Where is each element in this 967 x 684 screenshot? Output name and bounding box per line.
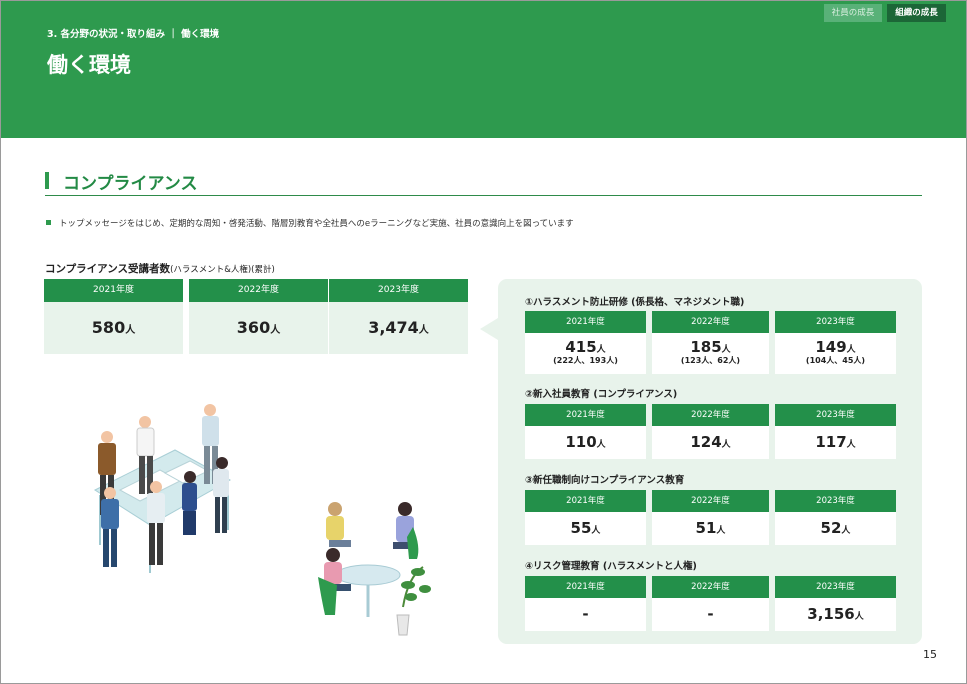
group4-year-header: 2021年度	[525, 576, 646, 598]
team-meeting-illustration	[93, 404, 232, 573]
group2-value-cell: 110人	[525, 426, 646, 459]
group2-value-cell: 117人	[775, 426, 896, 459]
group4-year-header: 2023年度	[775, 576, 896, 598]
page-number: 15	[923, 648, 937, 661]
summary-cell-2023: 2023年度 3,474人	[329, 279, 468, 354]
section-accent-bar	[45, 172, 49, 189]
group1-value-cell: 149人 (104人、45人)	[775, 333, 896, 374]
summary-cell-2021: 2021年度 580人	[44, 279, 183, 354]
group3-value-cell: 55人	[525, 512, 646, 545]
group3-year-header: 2021年度	[525, 490, 646, 512]
group-title-new-manager: ③新任職制向けコンプライアンス教育	[525, 475, 685, 486]
year-value: 3,474人	[329, 302, 468, 354]
summary-title-sub: (ハラスメント&人権)(累計)	[170, 265, 275, 275]
year-value: 360人	[189, 302, 328, 354]
group4-value-cell: 3,156人	[775, 598, 896, 631]
summary-title-main: コンプライアンス受講者数	[45, 263, 171, 275]
group-title-harassment: ①ハラスメント防止研修 (係長格、マネジメント職)	[525, 297, 745, 308]
breadcrumb: 3. 各分野の状況・取り組み ｜ 働く環境	[47, 29, 220, 40]
group2-year-header: 2022年度	[652, 404, 769, 426]
section-bullet: トップメッセージをはじめ、定期的な周知・啓発活動、階層別教育や全社員へのeラーニ…	[46, 217, 574, 229]
bullet-text: トップメッセージをはじめ、定期的な周知・啓発活動、階層別教育や全社員へのeラーニ…	[59, 219, 574, 229]
page-title: 働く環境	[47, 53, 131, 77]
group2-value-cell: 124人	[652, 426, 769, 459]
callout-pointer	[480, 318, 498, 340]
group1-year-header: 2022年度	[652, 311, 769, 333]
group2-year-header: 2023年度	[775, 404, 896, 426]
tab-employee-growth[interactable]: 社員の成長	[824, 4, 882, 22]
year-header: 2021年度	[44, 279, 183, 302]
group4-year-header: 2022年度	[652, 576, 769, 598]
year-header: 2023年度	[329, 279, 468, 302]
summary-title: コンプライアンス受講者数(ハラスメント&人権)(累計)	[45, 261, 275, 276]
group3-year-header: 2022年度	[652, 490, 769, 512]
group-title-new-employee: ②新入社員教育 (コンプライアンス)	[525, 389, 678, 400]
group1-value-cell: 415人 (222人、193人)	[525, 333, 646, 374]
group2-year-header: 2021年度	[525, 404, 646, 426]
group3-year-header: 2023年度	[775, 490, 896, 512]
square-bullet-icon	[46, 220, 51, 225]
group-title-risk-management: ④リスク管理教育 (ハラスメントと人権)	[525, 561, 697, 572]
summary-cell-2022: 2022年度 360人	[189, 279, 328, 354]
group1-value-cell: 185人 (123人、62人)	[652, 333, 769, 374]
group4-value-cell: -	[525, 598, 646, 631]
group1-year-header: 2021年度	[525, 311, 646, 333]
tab-organization-growth[interactable]: 組織の成長	[887, 4, 946, 22]
year-header: 2022年度	[189, 279, 328, 302]
group3-value-cell: 51人	[652, 512, 769, 545]
page-header: 3. 各分野の状況・取り組み ｜ 働く環境 働く環境 社員の成長 組織の成長	[1, 1, 966, 138]
group3-value-cell: 52人	[775, 512, 896, 545]
group1-year-header: 2023年度	[775, 311, 896, 333]
section-title: コンプライアンス	[63, 174, 198, 194]
group4-value-cell: -	[652, 598, 769, 631]
section-heading: コンプライアンス	[45, 168, 922, 196]
casual-meeting-illustration	[318, 502, 431, 636]
year-value: 580人	[44, 302, 183, 354]
